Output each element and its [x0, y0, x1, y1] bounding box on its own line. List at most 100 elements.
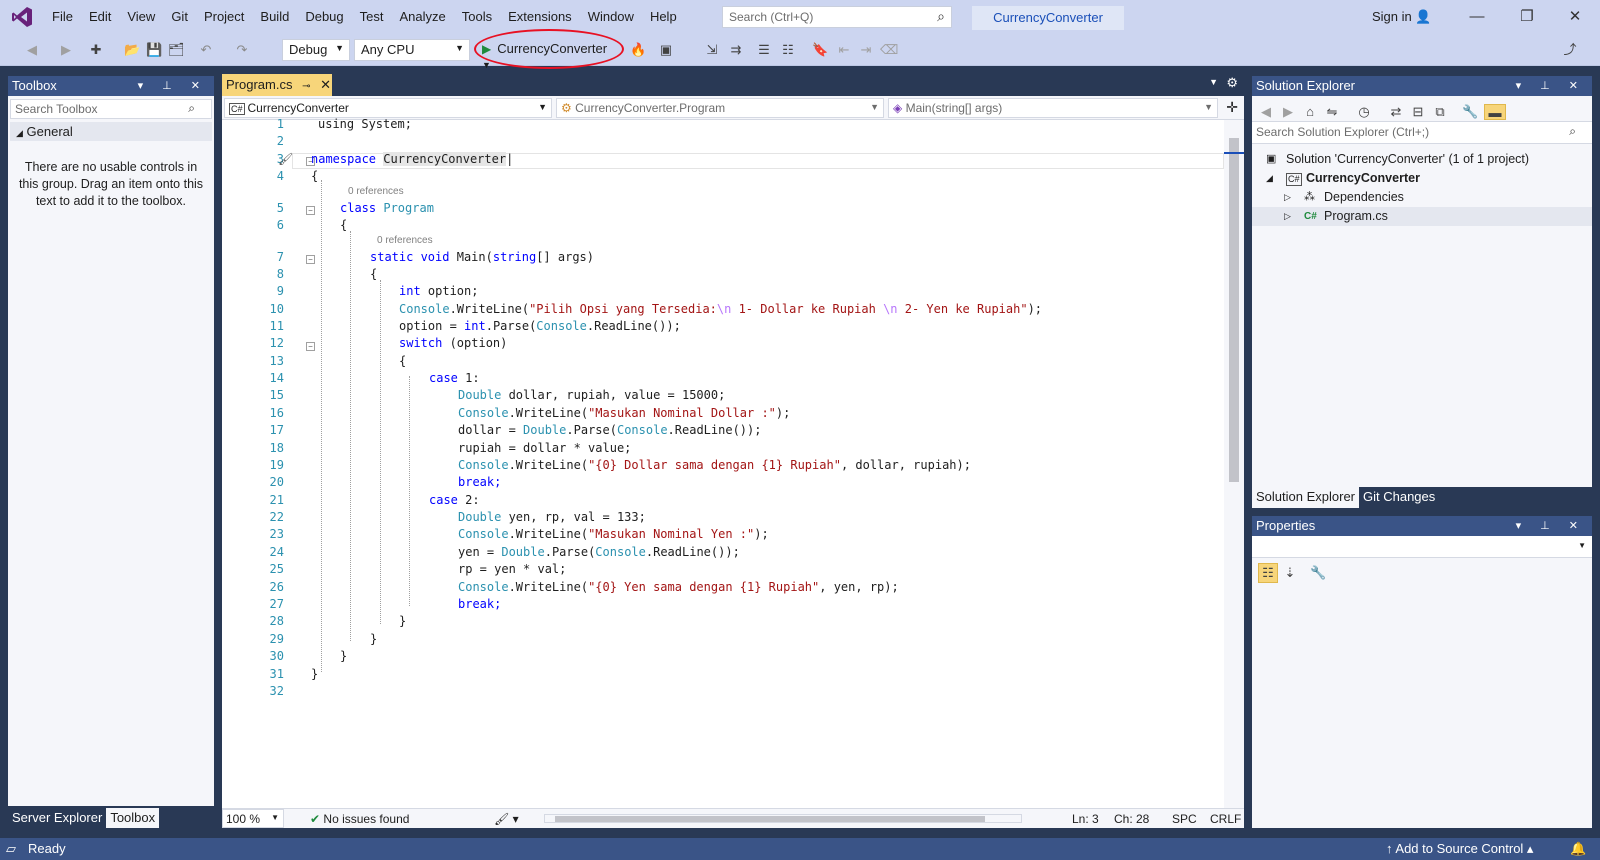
tab-program-cs[interactable]: Program.cs ⊸ ✕: [222, 74, 332, 96]
save-icon[interactable]: 💾: [146, 42, 162, 58]
tree-item-dependencies[interactable]: ▷ ⁂ Dependencies: [1252, 188, 1592, 207]
platform-select[interactable]: Any CPU ▼: [354, 39, 470, 61]
step-over-icon[interactable]: ⇉: [728, 42, 744, 58]
panel-controls[interactable]: ▾ ⊥ ✕: [1516, 516, 1586, 536]
tab-git-changes[interactable]: Git Changes: [1359, 487, 1439, 508]
notifications-bell-icon[interactable]: 🔔: [1570, 838, 1586, 860]
menu-git[interactable]: Git: [163, 0, 196, 34]
quick-action-brush-icon[interactable]: 🖌: [278, 152, 293, 166]
panel-controls[interactable]: ▾ ⊥ ✕: [138, 76, 208, 96]
next-bookmark-icon[interactable]: ⇥: [858, 42, 874, 58]
split-editor-icon[interactable]: ✛: [1226, 99, 1238, 116]
tab-server-explorer[interactable]: Server Explorer: [8, 808, 106, 828]
scrollbar-thumb[interactable]: [1229, 138, 1239, 482]
search-input[interactable]: Search (Ctrl+Q) ⌕: [722, 6, 952, 28]
save-all-icon[interactable]: 🗂: [168, 42, 185, 58]
zoom-select[interactable]: 100 % ▼: [222, 809, 284, 828]
back-icon[interactable]: ◀: [1258, 104, 1274, 120]
tab-solution-explorer[interactable]: Solution Explorer: [1252, 487, 1359, 508]
undo-icon[interactable]: ↶: [198, 42, 214, 58]
output-window-icon[interactable]: ▱: [6, 838, 16, 860]
indent-icon[interactable]: ☰: [756, 42, 772, 58]
fold-toggle-method[interactable]: −: [306, 255, 315, 264]
menu-debug[interactable]: Debug: [297, 0, 351, 34]
live-share-icon[interactable]: ⤴: [1562, 42, 1578, 58]
expanded-triangle-icon[interactable]: ◢: [1266, 169, 1273, 188]
restore-button[interactable]: ❐: [1512, 6, 1542, 28]
codelens-references[interactable]: 0 references: [377, 235, 433, 246]
menu-project[interactable]: Project: [196, 0, 252, 34]
back-icon[interactable]: ◀: [24, 42, 40, 58]
step-into-icon[interactable]: ⇲: [704, 42, 720, 58]
collapsed-triangle-icon[interactable]: ▷: [1284, 207, 1291, 226]
alphabetical-icon[interactable]: ⇣: [1282, 565, 1298, 581]
tree-item-solution[interactable]: ▣ Solution 'CurrencyConverter' (1 of 1 pr…: [1252, 150, 1592, 169]
menu-tools[interactable]: Tools: [454, 0, 500, 34]
editor-vertical-scrollbar[interactable]: [1224, 120, 1244, 808]
menu-test[interactable]: Test: [352, 0, 392, 34]
codelens-references[interactable]: 0 references: [348, 186, 404, 197]
browser-link-icon[interactable]: ▣: [658, 42, 674, 58]
visual-studio-logo-icon[interactable]: [0, 0, 44, 34]
properties-wrench-icon[interactable]: 🔧: [1462, 104, 1478, 120]
panel-controls[interactable]: ▾ ⊥ ✕: [1516, 76, 1586, 96]
class-dropdown[interactable]: ⚙ CurrencyConverter.Program ▼: [556, 98, 884, 118]
show-all-files-icon[interactable]: ⧉: [1432, 104, 1448, 120]
preview-selected-icon[interactable]: ▬: [1484, 104, 1506, 120]
clear-bookmarks-icon[interactable]: ⌫: [880, 42, 898, 58]
issues-indicator[interactable]: ✔ No issues found: [310, 812, 409, 826]
menu-file[interactable]: File: [44, 0, 81, 34]
tab-toolbox[interactable]: Toolbox: [106, 808, 160, 828]
bookmark-icon[interactable]: 🔖: [812, 42, 828, 58]
member-dropdown[interactable]: ◈ Main(string[] args) ▼: [888, 98, 1218, 118]
line-ending-indicator[interactable]: CRLF: [1210, 812, 1241, 826]
fold-toggle-switch[interactable]: −: [306, 342, 315, 351]
forward-icon[interactable]: ▶: [1280, 104, 1296, 120]
menu-window[interactable]: Window: [580, 0, 642, 34]
whitespace-indicator[interactable]: SPC: [1172, 812, 1197, 826]
add-to-source-control-button[interactable]: ↑ Add to Source Control ▴: [1386, 838, 1533, 860]
categorized-icon[interactable]: ☷: [1258, 563, 1278, 583]
code-editor[interactable]: 1 2 3 4 5 6 7 8 9 10 11 12 13 14 15 16 17 18 19 20 21 22 23 24 2…: [222, 117, 1224, 808]
properties-object-select[interactable]: ▼: [1252, 536, 1592, 558]
tree-item-project[interactable]: ◢ C# CurrencyConverter: [1252, 169, 1592, 188]
collapsed-triangle-icon[interactable]: ▷: [1284, 188, 1291, 207]
toolbox-group-general[interactable]: ◢ General: [10, 122, 212, 141]
scrollbar-thumb[interactable]: [555, 816, 985, 822]
close-icon[interactable]: ✕: [320, 77, 331, 92]
prev-bookmark-icon[interactable]: ⇤: [836, 42, 852, 58]
menu-view[interactable]: View: [119, 0, 163, 34]
home-icon[interactable]: ⌂: [1302, 104, 1318, 120]
property-pages-icon[interactable]: 🔧: [1310, 565, 1326, 581]
minimize-button[interactable]: —: [1462, 6, 1492, 28]
collapse-all-icon[interactable]: ⊟: [1410, 104, 1426, 120]
outdent-icon[interactable]: ☷: [780, 42, 796, 58]
toolbox-search-input[interactable]: Search Toolbox ⌕: [10, 99, 212, 119]
project-dropdown[interactable]: C# CurrencyConverter ▼: [224, 98, 552, 118]
menu-build[interactable]: Build: [252, 0, 297, 34]
solution-search-input[interactable]: Search Solution Explorer (Ctrl+;) ⌕: [1252, 122, 1592, 144]
sign-in-link[interactable]: Sign in 👤: [1372, 9, 1432, 25]
tab-overflow-icon[interactable]: ▼: [1209, 77, 1218, 87]
column-indicator[interactable]: Ch: 28: [1114, 812, 1149, 826]
new-project-icon[interactable]: ✚: [88, 42, 104, 58]
menu-analyze[interactable]: Analyze: [391, 0, 453, 34]
line-indicator[interactable]: Ln: 3: [1072, 812, 1099, 826]
close-window-button[interactable]: ✕: [1560, 6, 1590, 28]
code-cleanup-icon[interactable]: 🖌 ▾: [494, 812, 519, 826]
tree-item-program-cs[interactable]: ▷ C# Program.cs: [1252, 207, 1592, 226]
menu-help[interactable]: Help: [642, 0, 685, 34]
open-folder-icon[interactable]: 📂: [124, 42, 140, 58]
sync-icon[interactable]: ⇄: [1388, 104, 1404, 120]
configuration-select[interactable]: Debug ▼: [282, 39, 350, 61]
editor-horizontal-scrollbar[interactable]: [544, 814, 1022, 823]
pending-changes-icon[interactable]: ◷: [1356, 104, 1372, 120]
hot-reload-icon[interactable]: 🔥: [630, 42, 646, 58]
settings-icon[interactable]: ⚙: [1226, 75, 1238, 91]
pin-icon[interactable]: ⊸: [302, 81, 310, 92]
fold-toggle-class[interactable]: −: [306, 206, 315, 215]
switch-views-icon[interactable]: ⇋: [1324, 104, 1340, 120]
menu-edit[interactable]: Edit: [81, 0, 119, 34]
forward-icon[interactable]: ▶: [58, 42, 74, 58]
redo-icon[interactable]: ↷: [234, 42, 250, 58]
